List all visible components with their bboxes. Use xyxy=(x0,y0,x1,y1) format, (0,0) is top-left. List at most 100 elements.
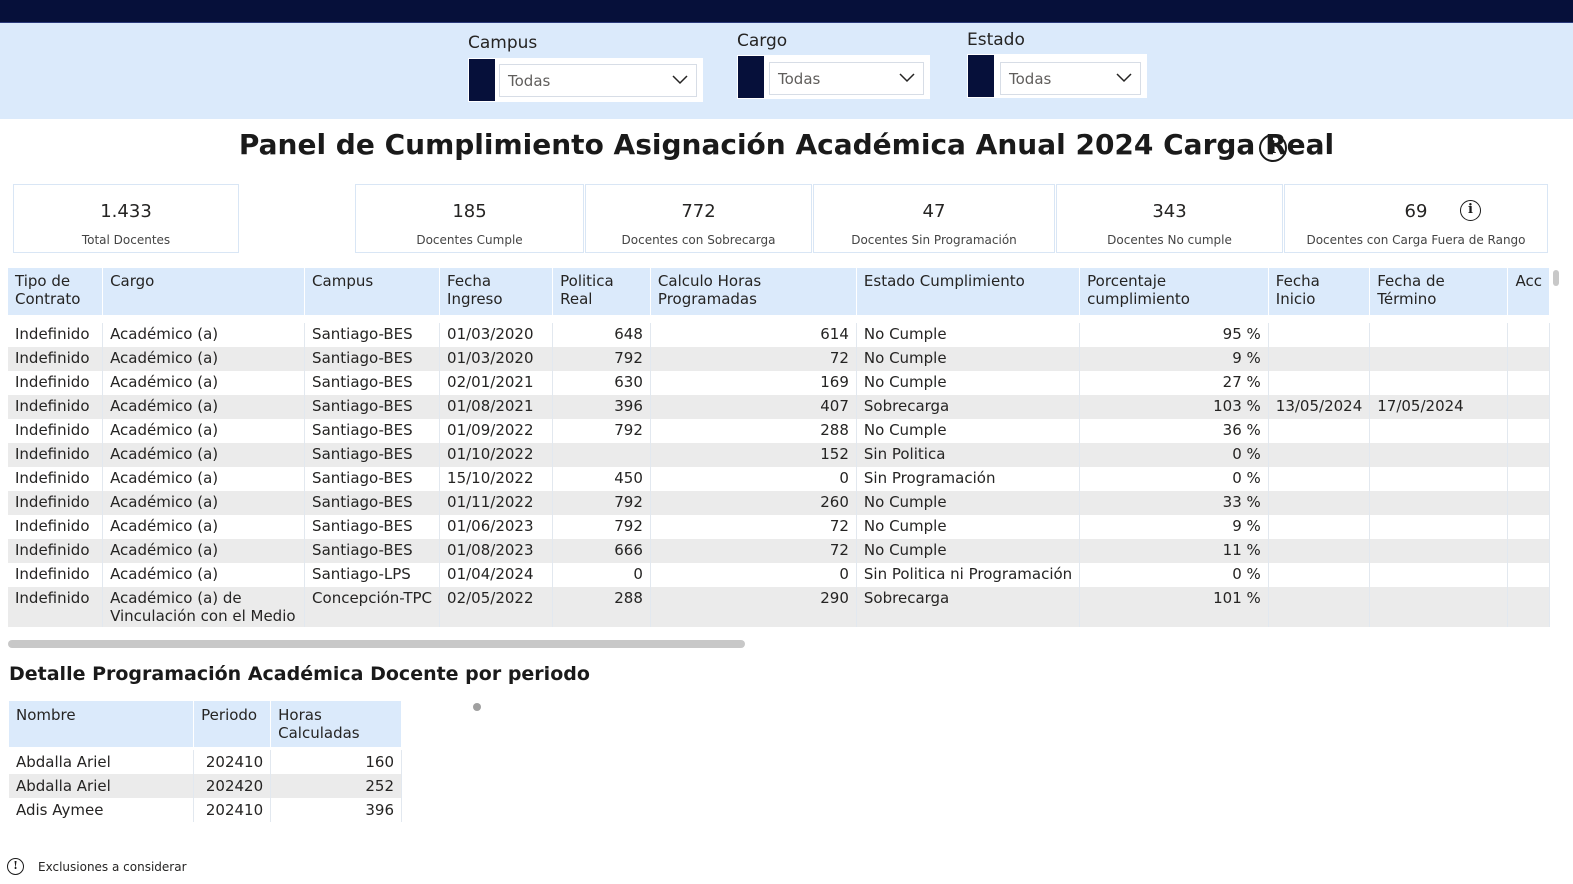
scroll-indicator-dot xyxy=(473,703,481,711)
table-cell: 288 xyxy=(650,419,857,443)
info-icon[interactable]: i xyxy=(1460,200,1481,221)
column-header[interactable]: Calculo Horas Programadas xyxy=(650,268,857,315)
table-row[interactable]: Indefinido Académico (a) Santiago-BES 02/01… xyxy=(8,371,1550,395)
table-cell xyxy=(1369,491,1509,515)
cargo-swatch xyxy=(738,56,764,98)
table-cell xyxy=(1507,467,1550,491)
table-cell: 27 % xyxy=(1079,371,1269,395)
table-cell: 01/04/2024 xyxy=(439,563,554,587)
column-header[interactable]: Fecha de Término xyxy=(1369,268,1509,315)
table-cell: 17/05/2024 xyxy=(1369,395,1509,419)
table-cell: Indefinido xyxy=(8,371,104,395)
table-cell xyxy=(1268,539,1371,563)
kpi-label: Docentes con Carga Fuera de Rango xyxy=(1306,233,1526,247)
table-cell xyxy=(1268,443,1371,467)
table-cell: 9 % xyxy=(1079,347,1269,371)
table-row[interactable]: Indefinido Académico (a) Santiago-BES 01/03… xyxy=(8,323,1550,347)
table-row[interactable]: Indefinido Académico (a) Santiago-LPS 01/04… xyxy=(8,563,1550,587)
table-cell: Académico (a) xyxy=(102,419,306,443)
table-cell: 792 xyxy=(552,347,651,371)
table-row[interactable]: Indefinido Académico (a) Santiago-BES 15/10… xyxy=(8,467,1550,491)
table-cell: 15/10/2022 xyxy=(439,467,554,491)
table-row[interactable]: Indefinido Académico (a) Santiago-BES 01/08… xyxy=(8,539,1550,563)
column-header[interactable]: Cargo xyxy=(102,268,306,315)
table-row[interactable]: Abdalla Ariel 202410 160 xyxy=(9,750,402,774)
campus-slicer-label: Campus xyxy=(468,33,538,53)
table-cell: 01/08/2021 xyxy=(439,395,554,419)
table-row[interactable]: Indefinido Académico (a) Santiago-BES 01/11… xyxy=(8,491,1550,515)
table-cell: Santiago-BES xyxy=(304,371,441,395)
table-cell xyxy=(1369,443,1509,467)
column-header[interactable]: Nombre xyxy=(9,701,195,747)
cargo-dropdown-value: Todas xyxy=(778,70,821,88)
table-cell: Sobrecarga xyxy=(856,587,1081,627)
table-cell: 02/05/2022 xyxy=(439,587,554,627)
table-cell: Indefinido xyxy=(8,419,104,443)
column-header[interactable]: Porcentaje cumplimiento xyxy=(1079,268,1269,315)
main-table-container: Tipo de Contrato Cargo Campus Fecha Ingreso… xyxy=(8,268,1550,638)
table-cell xyxy=(1369,539,1509,563)
info-icon[interactable]: i xyxy=(1259,134,1287,162)
table-cell: Santiago-BES xyxy=(304,443,441,467)
table-cell xyxy=(1507,443,1550,467)
kpi-value: 343 xyxy=(1152,201,1187,222)
table-cell xyxy=(1507,347,1550,371)
column-header[interactable]: Fecha Inicio xyxy=(1268,268,1371,315)
table-cell: 9 % xyxy=(1079,515,1269,539)
table-row[interactable]: Indefinido Académico (a) Santiago-BES 01/09… xyxy=(8,419,1550,443)
table-cell xyxy=(1507,323,1550,347)
table-cell: Académico (a) de Vinculación con el Medi… xyxy=(102,587,306,627)
table-cell: 01/06/2023 xyxy=(439,515,554,539)
kpi-docentes-no-cumple: 343 Docentes No cumple xyxy=(1056,184,1283,253)
column-header[interactable]: Horas Calculadas xyxy=(270,701,402,747)
table-cell: 252 xyxy=(270,774,402,798)
table-row[interactable]: Indefinido Académico (a) Santiago-BES 01/03… xyxy=(8,347,1550,371)
table-cell xyxy=(1268,419,1371,443)
footnote-exclusions[interactable]: Exclusiones a considerar xyxy=(38,860,187,874)
table-cell xyxy=(1507,395,1550,419)
campus-swatch xyxy=(469,59,495,101)
table-cell xyxy=(552,443,651,467)
column-header[interactable]: Acc xyxy=(1507,268,1550,315)
table-row[interactable]: Indefinido Académico (a) Santiago-BES 01/10… xyxy=(8,443,1550,467)
table-cell xyxy=(1369,347,1509,371)
table-row[interactable]: Adis Aymee 202410 396 xyxy=(9,798,402,822)
table-cell xyxy=(1369,467,1509,491)
table-cell xyxy=(1507,563,1550,587)
column-header[interactable]: Fecha Ingreso xyxy=(439,268,554,315)
table-row[interactable]: Indefinido Académico (a) Santiago-BES 01/06… xyxy=(8,515,1550,539)
column-header[interactable]: Politica Real xyxy=(552,268,651,315)
table-row[interactable]: Indefinido Académico (a) de Vinculación c… xyxy=(8,587,1550,627)
table-cell: 36 % xyxy=(1079,419,1269,443)
table-cell: 0 % xyxy=(1079,563,1269,587)
table-cell: Académico (a) xyxy=(102,515,306,539)
campus-dropdown[interactable]: Todas xyxy=(499,64,697,97)
table-cell: No Cumple xyxy=(856,491,1081,515)
column-header[interactable]: Tipo de Contrato xyxy=(8,268,104,315)
table-cell: Santiago-BES xyxy=(304,395,441,419)
table-row[interactable]: Abdalla Ariel 202420 252 xyxy=(9,774,402,798)
column-header[interactable]: Periodo xyxy=(193,701,272,747)
table-row[interactable]: Indefinido Académico (a) Santiago-BES 01/08… xyxy=(8,395,1550,419)
table-cell: Académico (a) xyxy=(102,323,306,347)
table-cell: Académico (a) xyxy=(102,539,306,563)
vertical-scrollbar[interactable] xyxy=(1553,270,1559,286)
column-header[interactable]: Campus xyxy=(304,268,441,315)
cargo-dropdown[interactable]: Todas xyxy=(769,62,924,95)
table-cell: Sobrecarga xyxy=(856,395,1081,419)
info-icon[interactable]: ! xyxy=(7,858,24,875)
kpi-label: Docentes Sin Programación xyxy=(851,233,1017,247)
kpi-total-docentes: 1.433 Total Docentes xyxy=(13,184,239,253)
table-cell: Sin Programación xyxy=(856,467,1081,491)
table-cell: 101 % xyxy=(1079,587,1269,627)
table-cell: 0 xyxy=(650,563,857,587)
table-cell: Abdalla Ariel xyxy=(9,774,195,798)
table-cell: Indefinido xyxy=(8,515,104,539)
estado-dropdown[interactable]: Todas xyxy=(1000,62,1141,95)
table-cell: 01/03/2020 xyxy=(439,323,554,347)
table-cell: Indefinido xyxy=(8,395,104,419)
table-cell: 630 xyxy=(552,371,651,395)
column-header[interactable]: Estado Cumplimiento xyxy=(856,268,1081,315)
table-cell xyxy=(1268,515,1371,539)
horizontal-scrollbar[interactable] xyxy=(8,640,745,648)
